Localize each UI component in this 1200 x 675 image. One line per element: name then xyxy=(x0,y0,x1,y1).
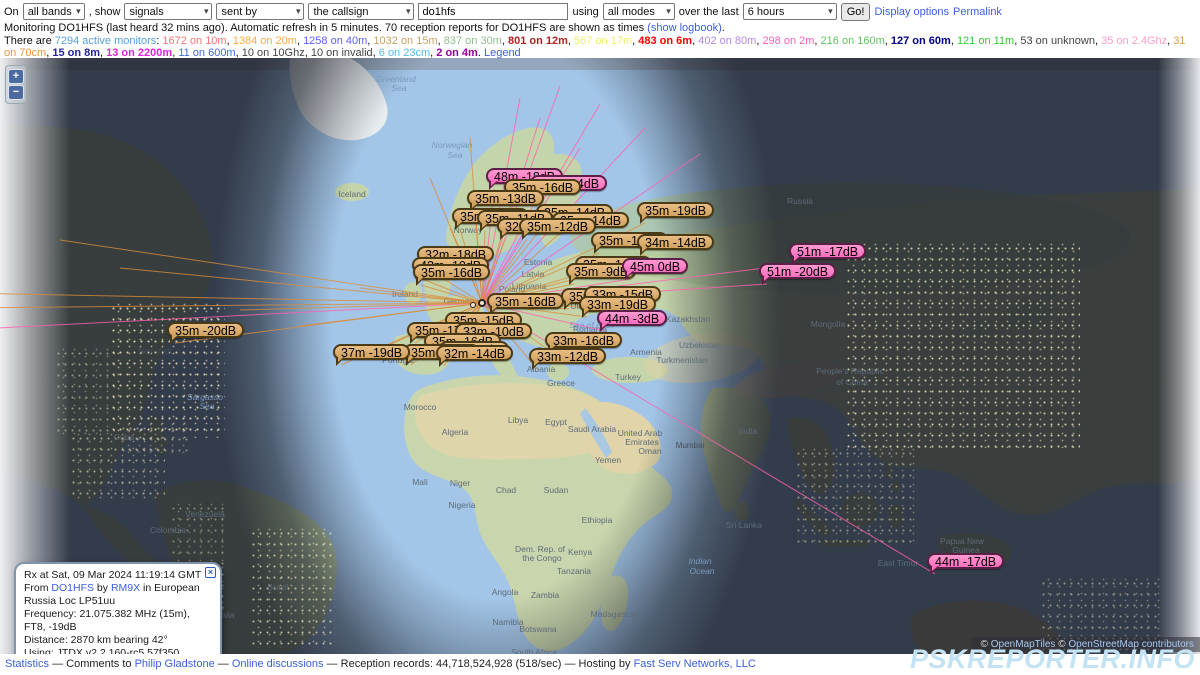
period-select-value: 6 hours xyxy=(748,6,785,18)
band-monitor-count: 15 on 8m xyxy=(52,47,100,59)
signals-select[interactable]: signals xyxy=(124,3,212,20)
callsign-mode-value: the callsign xyxy=(313,6,368,18)
report-balloon[interactable]: 37m -19dB xyxy=(333,344,410,360)
band-monitor-count: 11 on 600m xyxy=(178,47,235,59)
pskreporter-watermark: PSKREPORTER.INFO xyxy=(910,644,1195,675)
bands-select-value: all bands xyxy=(28,6,72,18)
monitoring-status: Monitoring DO1HFS (last heard 32 mins ag… xyxy=(0,21,1200,35)
popup-rx-time: Rx at Sat, 09 Mar 2024 11:19:14 GMT xyxy=(24,569,212,582)
zoom-out-button[interactable]: − xyxy=(8,85,24,100)
band-monitor-count: 53 on unknown xyxy=(1020,35,1095,47)
popup-from-line: From DO1HFS by RM9X in European Russia L… xyxy=(24,582,212,608)
popup-from-prefix: From xyxy=(24,582,51,594)
query-row: On all bands , show signals sent by the … xyxy=(0,0,1200,21)
report-balloon[interactable]: 32m -14dB xyxy=(436,345,513,361)
active-monitors-count: 7294 active monitors xyxy=(55,35,157,47)
map[interactable]: GreenlandSeaNorwegianSeaSargassoSeaIndia… xyxy=(0,58,1200,654)
show-logbook-link[interactable]: (show logbook) xyxy=(647,22,722,34)
report-balloon[interactable]: 33m -12dB xyxy=(529,348,606,364)
popup-using: Using: JTDX v2.2.160-rc5 57f350 xyxy=(24,647,212,654)
report-balloon[interactable]: 44m -3dB xyxy=(597,310,667,326)
popup-frequency: Frequency: 21.075.382 MHz (15m), FT8, -1… xyxy=(24,608,212,634)
sentby-select-value: sent by xyxy=(221,6,256,18)
band-monitor-count: 121 on 11m xyxy=(957,35,1014,47)
report-balloon[interactable]: 35m -20dB xyxy=(167,322,244,338)
report-balloon[interactable]: 35m -16dB xyxy=(487,293,564,309)
band-monitor-count: 13 on 2200m xyxy=(106,47,172,59)
report-balloon[interactable]: 35m -13dB xyxy=(467,190,544,206)
go-button[interactable]: Go! xyxy=(841,3,871,21)
modes-select-value: all modes xyxy=(608,6,655,18)
legend-link[interactable]: Legend xyxy=(484,47,521,59)
report-balloon[interactable]: 33m -16dB xyxy=(545,332,622,348)
monitors-summary: There are 7294 active monitors: 1672 on … xyxy=(0,35,1200,59)
rx-callsign-link[interactable]: RM9X xyxy=(111,582,140,594)
report-balloon[interactable]: 51m -20dB xyxy=(759,263,836,279)
band-monitor-count: 837 on 30m xyxy=(444,35,502,47)
report-balloon[interactable]: 35m -12dB xyxy=(519,218,596,234)
band-monitor-count: 298 on 2m xyxy=(762,35,814,47)
callsign-input[interactable] xyxy=(418,3,568,20)
statistics-link[interactable]: Statistics xyxy=(5,658,49,670)
using-label: using xyxy=(572,6,598,18)
band-monitor-count: 567 on 17m xyxy=(574,35,632,47)
monitors-prefix: There are xyxy=(4,35,55,47)
period-select[interactable]: 6 hours xyxy=(743,3,837,20)
report-balloon[interactable]: 35m -19dB xyxy=(637,202,714,218)
philip-gladstone-link[interactable]: Philip Gladstone xyxy=(135,658,215,670)
pskreporter-page: On all bands , show signals sent by the … xyxy=(0,0,1200,675)
popup-close-icon[interactable]: × xyxy=(205,567,216,578)
report-balloon[interactable]: 44m -17dB xyxy=(927,553,1004,569)
band-monitor-count: 6 on 23cm xyxy=(379,47,430,59)
modes-select[interactable]: all modes xyxy=(603,3,675,20)
report-popup: × Rx at Sat, 09 Mar 2024 11:19:14 GMT Fr… xyxy=(14,562,222,654)
band-monitor-count: 801 on 12m xyxy=(508,35,568,47)
band-monitor-count: 216 on 160m xyxy=(821,35,885,47)
footer-records-text: — Reception records: 44,718,524,928 (518… xyxy=(324,658,634,670)
monitoring-suffix: . xyxy=(722,22,725,34)
monitors-band-list: 1672 on 10m, 1384 on 20m, 1258 on 40m, 1… xyxy=(4,35,1186,59)
report-balloon[interactable]: 35m -16dB xyxy=(413,264,490,280)
zoom-in-button[interactable]: + xyxy=(8,69,24,84)
popup-by-text: by xyxy=(94,582,111,594)
report-balloon[interactable]: 51m -17dB xyxy=(789,243,866,259)
band-monitor-count: 1384 on 20m xyxy=(233,35,297,47)
map-zoom-controls: + − xyxy=(5,65,27,104)
signals-select-value: signals xyxy=(129,6,163,18)
footer-sep1: — Comments to xyxy=(49,658,135,670)
tx-callsign-link[interactable]: DO1HFS xyxy=(51,582,94,594)
band-monitor-count: 35 on 2.4Ghz xyxy=(1101,35,1167,47)
report-balloon[interactable]: 45m 0dB xyxy=(622,258,688,274)
toolbar: On all bands , show signals sent by the … xyxy=(0,0,1200,58)
fastserv-link[interactable]: Fast Serv Networks, LLC xyxy=(634,658,756,670)
footer-sep2: — xyxy=(215,658,232,670)
monitoring-text: Monitoring DO1HFS (last heard 32 mins ag… xyxy=(4,22,647,34)
on-label: On xyxy=(4,6,19,18)
online-discussions-link[interactable]: Online discussions xyxy=(232,658,324,670)
permalink-link[interactable]: Permalink xyxy=(953,6,1002,18)
show-label: , show xyxy=(89,6,121,18)
display-options-link[interactable]: Display options xyxy=(874,6,949,18)
band-monitor-count: 10 on 10Ghz xyxy=(242,47,305,59)
popup-distance: Distance: 2870 km bearing 42° xyxy=(24,634,212,647)
bands-select[interactable]: all bands xyxy=(23,3,85,20)
band-monitor-count: 483 on 6m xyxy=(638,35,692,47)
band-monitor-count: 2 on 4m xyxy=(436,47,478,59)
band-monitor-count: 1672 on 10m xyxy=(162,35,226,47)
callsign-mode-select[interactable]: the callsign xyxy=(308,3,414,20)
report-balloon[interactable]: 34m -14dB xyxy=(637,234,714,250)
overlast-label: over the last xyxy=(679,6,739,18)
band-monitor-count: 1032 on 15m xyxy=(373,35,437,47)
sentby-select[interactable]: sent by xyxy=(216,3,304,20)
band-monitor-count: 1258 on 40m xyxy=(303,35,367,47)
band-monitor-count: 10 on invalid xyxy=(311,47,373,59)
band-monitor-count: 402 on 80m xyxy=(698,35,756,47)
band-monitor-count: 127 on 60m xyxy=(891,35,951,47)
